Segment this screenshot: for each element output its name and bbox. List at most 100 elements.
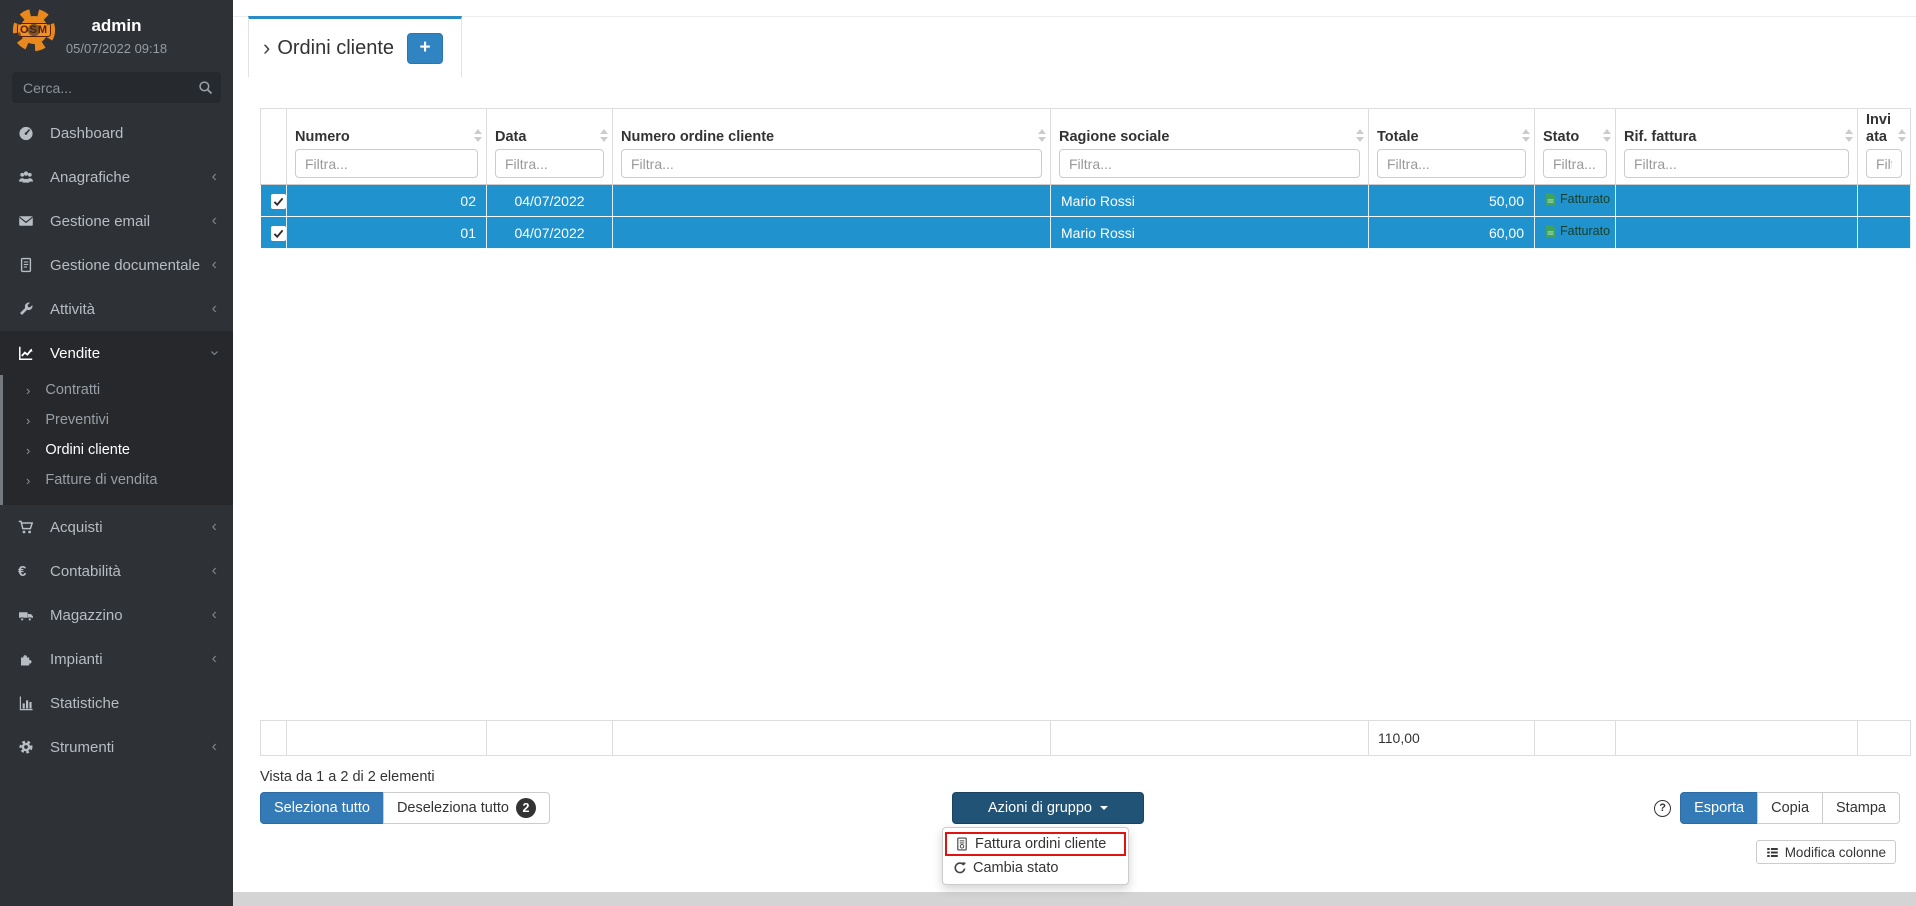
- table-header-row: Numero Data Numero ordine cliente Ragion…: [261, 109, 1911, 185]
- column-header-numero-ordine-cliente[interactable]: Numero ordine cliente: [613, 109, 1051, 185]
- orders-table-footer: 110,00: [260, 720, 1911, 756]
- tab-chevron: ›: [263, 35, 270, 61]
- selection-button-group: Seleziona tutto Deseleziona tutto 2: [260, 792, 550, 824]
- select-all-button[interactable]: Seleziona tutto: [260, 792, 384, 824]
- column-header-rif-fattura[interactable]: Rif. fattura: [1616, 109, 1858, 185]
- row-checkbox-checked[interactable]: [271, 226, 286, 241]
- caret-down-icon: [1100, 806, 1108, 810]
- sidebar-item-anagrafiche[interactable]: Anagrafiche ‹: [0, 155, 233, 199]
- column-header-inviata[interactable]: Inviata: [1858, 109, 1911, 185]
- copy-button[interactable]: Copia: [1757, 792, 1823, 824]
- print-button[interactable]: Stampa: [1822, 792, 1900, 824]
- sidebar-item-statistiche[interactable]: Statistiche: [0, 681, 233, 725]
- group-actions-button[interactable]: Azioni di gruppo: [952, 792, 1144, 824]
- totals-totale: 110,00: [1369, 721, 1535, 756]
- sort-icon[interactable]: [1522, 129, 1530, 142]
- sidebar-item-vendite[interactable]: Vendite ‹: [0, 331, 233, 375]
- add-order-button[interactable]: +: [407, 33, 443, 64]
- deselect-all-button[interactable]: Deseleziona tutto 2: [383, 792, 550, 824]
- sidebar-menu: Dashboard Anagrafiche ‹ Gestione email ‹…: [0, 111, 233, 769]
- orders-table: Numero Data Numero ordine cliente Ragion…: [260, 108, 1911, 249]
- cell-ragione-sociale: Mario Rossi: [1051, 217, 1369, 249]
- sort-icon[interactable]: [1845, 129, 1853, 142]
- search-icon[interactable]: [198, 80, 213, 95]
- sidebar-item-label: Impianti: [50, 651, 103, 668]
- search-input[interactable]: [12, 72, 221, 103]
- sidebar-subitem-label: Fatture di vendita: [45, 472, 157, 488]
- help-icon[interactable]: ?: [1654, 800, 1671, 817]
- filter-input-inviata[interactable]: [1866, 149, 1902, 178]
- selected-count-badge: 2: [516, 798, 536, 818]
- osm-logo: OSM: [8, 4, 60, 56]
- truck-icon: [18, 607, 38, 623]
- status-badge: Fatturato: [1545, 224, 1610, 238]
- bar-chart-icon: [18, 695, 38, 711]
- sidebar-item-acquisti[interactable]: Acquisti ‹: [0, 505, 233, 549]
- cell-data: 04/07/2022: [487, 217, 613, 249]
- row-checkbox-checked[interactable]: [271, 194, 286, 209]
- sort-icon[interactable]: [1603, 129, 1611, 142]
- column-header-data[interactable]: Data: [487, 109, 613, 185]
- sidebar-item-ordini-cliente[interactable]: › Ordini cliente: [3, 435, 233, 465]
- chevron-left-icon: ‹: [212, 213, 217, 229]
- gear-icon: [18, 739, 38, 755]
- sidebar-item-preventivi[interactable]: › Preventivi: [3, 405, 233, 435]
- column-header-totale[interactable]: Totale: [1369, 109, 1535, 185]
- sort-icon[interactable]: [600, 129, 608, 142]
- table-row[interactable]: 02 04/07/2022 Mario Rossi 50,00 Fatturat…: [261, 185, 1911, 217]
- menu-item-cambia-stato[interactable]: Cambia stato: [943, 856, 1128, 880]
- cell-rif-fattura: [1616, 185, 1858, 217]
- column-header-numero[interactable]: Numero: [287, 109, 487, 185]
- sidebar-item-contabilita[interactable]: € Contabilità ‹: [0, 549, 233, 593]
- sort-icon[interactable]: [1898, 129, 1906, 142]
- sidebar-item-magazzino[interactable]: Magazzino ‹: [0, 593, 233, 637]
- sidebar-item-gestione-email[interactable]: Gestione email ‹: [0, 199, 233, 243]
- sidebar-item-strumenti[interactable]: Strumenti ‹: [0, 725, 233, 769]
- columns-list-icon: [1766, 846, 1779, 859]
- sort-icon[interactable]: [474, 129, 482, 142]
- totals-row: 110,00: [261, 721, 1911, 756]
- sidebar-item-fatture-di-vendita[interactable]: › Fatture di vendita: [3, 465, 233, 495]
- filter-input-rif-fattura[interactable]: [1624, 149, 1849, 178]
- cell-stato: Fatturato: [1535, 217, 1616, 249]
- euro-icon: €: [18, 563, 38, 579]
- chart-line-icon: [18, 345, 38, 361]
- column-header-stato[interactable]: Stato: [1535, 109, 1616, 185]
- sidebar-item-label: Magazzino: [50, 607, 123, 624]
- menu-item-fattura-ordini-cliente[interactable]: Fattura ordini cliente: [945, 832, 1126, 856]
- cell-rif-fattura: [1616, 217, 1858, 249]
- chevron-right-icon: ›: [26, 383, 30, 398]
- table-row[interactable]: 01 04/07/2022 Mario Rossi 60,00 Fatturat…: [261, 217, 1911, 249]
- chevron-right-icon: ›: [26, 473, 30, 488]
- filter-input-numero-ordine-cliente[interactable]: [621, 149, 1042, 178]
- invoice-file-icon: [1545, 193, 1556, 206]
- filter-input-numero[interactable]: [295, 149, 478, 178]
- sidebar-item-label: Strumenti: [50, 739, 114, 756]
- filter-input-data[interactable]: [495, 149, 604, 178]
- cell-inviata: [1858, 217, 1911, 249]
- main-content: › Ordini cliente + Numero Data: [233, 0, 1916, 892]
- export-button[interactable]: Esporta: [1680, 792, 1758, 824]
- chevron-left-icon: ‹: [212, 519, 217, 535]
- sidebar-item-impianti[interactable]: Impianti ‹: [0, 637, 233, 681]
- sidebar-item-contratti[interactable]: › Contratti: [3, 375, 233, 405]
- cell-numero-ordine-cliente: [613, 185, 1051, 217]
- sidebar-item-gestione-documentale[interactable]: Gestione documentale ‹: [0, 243, 233, 287]
- sort-icon[interactable]: [1038, 129, 1046, 142]
- sort-icon[interactable]: [1356, 129, 1364, 142]
- sidebar-section-vendite: Vendite ‹ › Contratti › Preventivi › Ord…: [0, 331, 233, 505]
- sidebar-item-dashboard[interactable]: Dashboard: [0, 111, 233, 155]
- sidebar-item-label: Acquisti: [50, 519, 103, 536]
- sidebar-item-attivita[interactable]: Attività ‹: [0, 287, 233, 331]
- export-button-group: Esporta Copia Stampa: [1680, 792, 1900, 824]
- chevron-left-icon: ‹: [212, 739, 217, 755]
- document-icon: [18, 257, 38, 273]
- tab-ordini-cliente[interactable]: › Ordini cliente +: [248, 16, 462, 77]
- sidebar-subitem-label: Ordini cliente: [45, 442, 130, 458]
- filter-input-stato[interactable]: [1543, 149, 1607, 178]
- sidebar: OSM admin 05/07/2022 09:18 Dashboard Ana…: [0, 0, 233, 906]
- filter-input-totale[interactable]: [1377, 149, 1526, 178]
- filter-input-ragione-sociale[interactable]: [1059, 149, 1360, 178]
- edit-columns-button[interactable]: Modifica colonne: [1756, 840, 1896, 864]
- column-header-ragione-sociale[interactable]: Ragione sociale: [1051, 109, 1369, 185]
